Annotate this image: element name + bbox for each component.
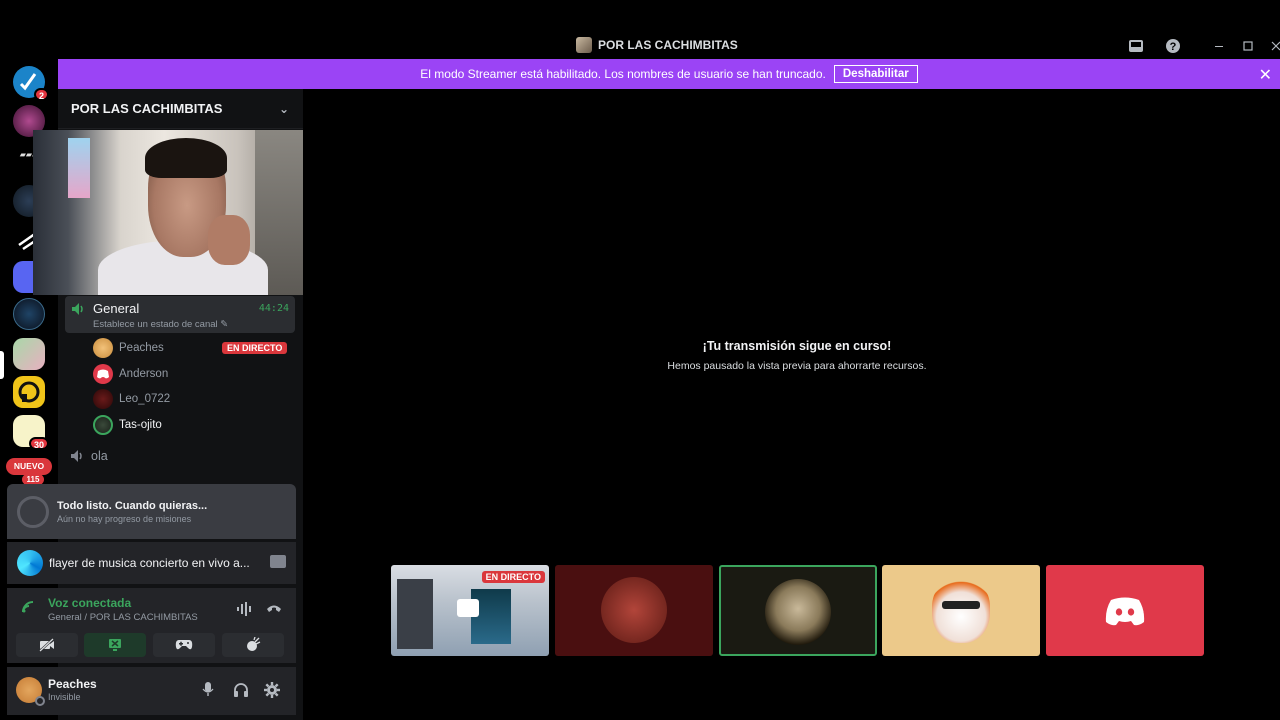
invisible-status-icon <box>35 696 45 706</box>
svg-text:?: ? <box>1170 41 1177 53</box>
stream-preview <box>397 579 433 649</box>
guild-header[interactable]: POR LAS CACHIMBITAS ⌄ <box>58 89 303 129</box>
avatar <box>932 577 990 643</box>
streamer-mode-banner: El modo Streamer está habilitado. Los no… <box>58 59 1280 89</box>
quest-progress-panel[interactable]: Todo listo. Cuando quieras... Aún no hay… <box>7 484 296 539</box>
unread-badge: 30 <box>28 437 49 450</box>
window-title-text: POR LAS CACHIMBITAS <box>598 38 738 52</box>
chevron-down-icon: ⌄ <box>278 101 289 116</box>
signal-icon[interactable] <box>21 600 35 617</box>
screen-share-icon[interactable] <box>270 555 286 568</box>
quest-subtitle: Aún no hay progreso de misiones <box>57 514 192 524</box>
noise-suppression-icon[interactable] <box>236 602 252 619</box>
camera-off-icon <box>39 638 54 652</box>
camera-off-button[interactable] <box>16 633 78 657</box>
soundboard-button[interactable] <box>222 633 284 657</box>
username[interactable]: Peaches <box>48 677 97 691</box>
avatar <box>93 338 113 358</box>
user-status: Invisible <box>48 692 81 702</box>
member-name: Leo_0722 <box>119 393 171 405</box>
live-badge: EN DIRECTO <box>481 571 545 583</box>
voice-channel-name: General <box>93 301 140 316</box>
member-name: Tas-ojito <box>119 419 162 431</box>
video-background <box>68 138 90 198</box>
participant-tile[interactable] <box>882 565 1040 656</box>
channel-status-prompt[interactable]: Establece un estado de canal ✎ <box>93 319 228 330</box>
activities-button[interactable] <box>153 633 215 657</box>
settings-gear-icon[interactable] <box>264 682 280 701</box>
user-panel: Peaches Invisible <box>7 667 296 715</box>
speaker-icon <box>71 450 82 462</box>
participant-tile-speaking[interactable] <box>719 565 877 656</box>
avatar <box>93 364 113 384</box>
edge-browser-icon <box>17 550 43 576</box>
server-icon[interactable]: 2 <box>13 66 49 101</box>
participant-tile[interactable] <box>1046 565 1204 656</box>
avatar <box>93 415 113 435</box>
speaker-icon <box>71 302 85 319</box>
help-icon[interactable]: ? <box>1165 38 1181 54</box>
disconnect-icon[interactable] <box>266 602 282 617</box>
server-icon[interactable] <box>13 338 45 370</box>
voice-channel-general[interactable]: General Establece un estado de canal ✎ 4… <box>65 296 295 333</box>
stream-paused-subtitle: Hemos pausado la vista previa para ahorr… <box>667 360 927 372</box>
inbox-icon[interactable] <box>1128 38 1144 54</box>
voice-member[interactable]: Leo_0722 <box>93 388 170 410</box>
voice-member[interactable]: Anderson <box>93 363 168 385</box>
window-title: POR LAS CACHIMBITAS <box>576 37 738 53</box>
discord-logo-icon <box>1105 597 1145 626</box>
server-icon[interactable]: 30 <box>13 415 49 450</box>
voice-channel-ola[interactable]: ola <box>70 449 108 463</box>
channel-name: ola <box>91 449 108 463</box>
headphones-icon[interactable] <box>233 682 249 700</box>
title-bar: POR LAS CACHIMBITAS ? <box>0 0 1280 58</box>
video-person <box>145 138 227 178</box>
disable-streamer-button[interactable]: Deshabilitar <box>833 65 918 83</box>
activity-text: flayer de musica concierto en vivo a... <box>49 556 250 570</box>
stop-stream-button[interactable] <box>84 633 146 657</box>
video-person <box>208 215 250 265</box>
activity-panel[interactable]: flayer de musica concierto en vivo a... <box>7 542 296 584</box>
avatar-glasses <box>942 601 980 609</box>
server-icon[interactable] <box>13 376 45 408</box>
member-name: Anderson <box>119 368 169 380</box>
voice-location: General / POR LAS CACHIMBITAS <box>48 612 198 623</box>
close-window-icon[interactable] <box>1268 38 1280 54</box>
new-badge: NUEVO <box>6 458 52 475</box>
unread-badge: 2 <box>33 88 49 101</box>
progress-ring-icon <box>17 496 49 528</box>
member-name: Peaches <box>119 342 164 354</box>
minimize-icon[interactable] <box>1211 38 1227 54</box>
screen-share-icon <box>457 599 479 617</box>
maximize-icon[interactable] <box>1240 38 1256 54</box>
avatar <box>601 577 667 643</box>
avatar <box>93 389 113 409</box>
server-icon[interactable] <box>13 298 45 330</box>
guild-name: POR LAS CACHIMBITAS <box>71 101 223 116</box>
voice-connection-panel: Voz conectada General / POR LAS CACHIMBI… <box>7 588 296 663</box>
call-timer: 44:24 <box>258 303 289 314</box>
selected-indicator <box>0 351 4 379</box>
guild-icon <box>576 37 592 53</box>
screen-share-icon <box>109 639 121 651</box>
live-badge: EN DIRECTO <box>222 342 288 354</box>
soundboard-icon <box>247 637 261 651</box>
quest-title: Todo listo. Cuando quieras... <box>57 500 208 512</box>
avatar <box>765 579 831 645</box>
voice-member[interactable]: Peaches <box>93 337 164 359</box>
camera-video-tile[interactable] <box>33 130 325 295</box>
gamepad-icon <box>175 640 193 650</box>
voice-status[interactable]: Voz conectada <box>48 596 131 610</box>
participant-tile[interactable] <box>555 565 713 656</box>
banner-message: El modo Streamer está habilitado. Los no… <box>420 67 826 81</box>
stream-paused-title: ¡Tu transmisión sigue en curso! <box>702 339 892 353</box>
participant-tile-stream[interactable]: EN DIRECTO <box>391 565 549 656</box>
voice-member[interactable]: Tas-ojito <box>93 414 162 436</box>
microphone-icon[interactable] <box>202 682 214 700</box>
close-banner-icon[interactable]: ✕ <box>1259 65 1272 85</box>
